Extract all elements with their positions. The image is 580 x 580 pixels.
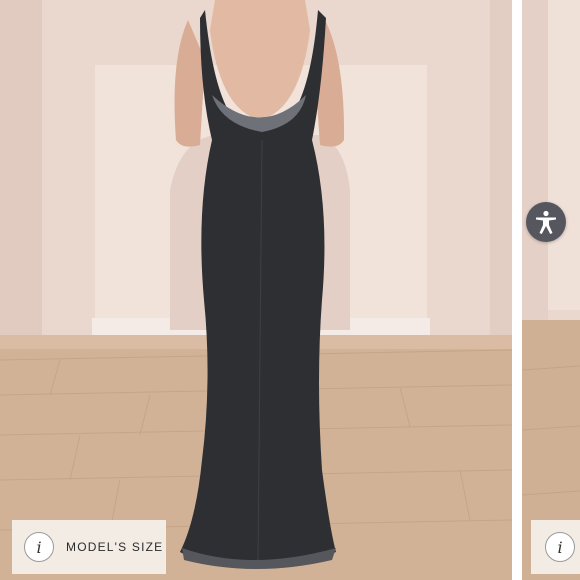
dress-back-view-image [0,0,512,580]
models-size-button-next[interactable]: i [531,520,580,574]
accessibility-button[interactable] [526,202,566,242]
info-icon: i [545,532,575,562]
product-photo-main[interactable] [0,0,512,580]
next-photo-preview-image [522,0,580,580]
product-photo-next[interactable] [522,0,580,580]
info-icon: i [24,532,54,562]
accessibility-icon [536,210,556,234]
product-image-gallery: i MODEL'S SIZE i [0,0,580,580]
image-divider [512,0,522,580]
models-size-button[interactable]: i MODEL'S SIZE [12,520,166,574]
models-size-label: MODEL'S SIZE [66,540,164,554]
